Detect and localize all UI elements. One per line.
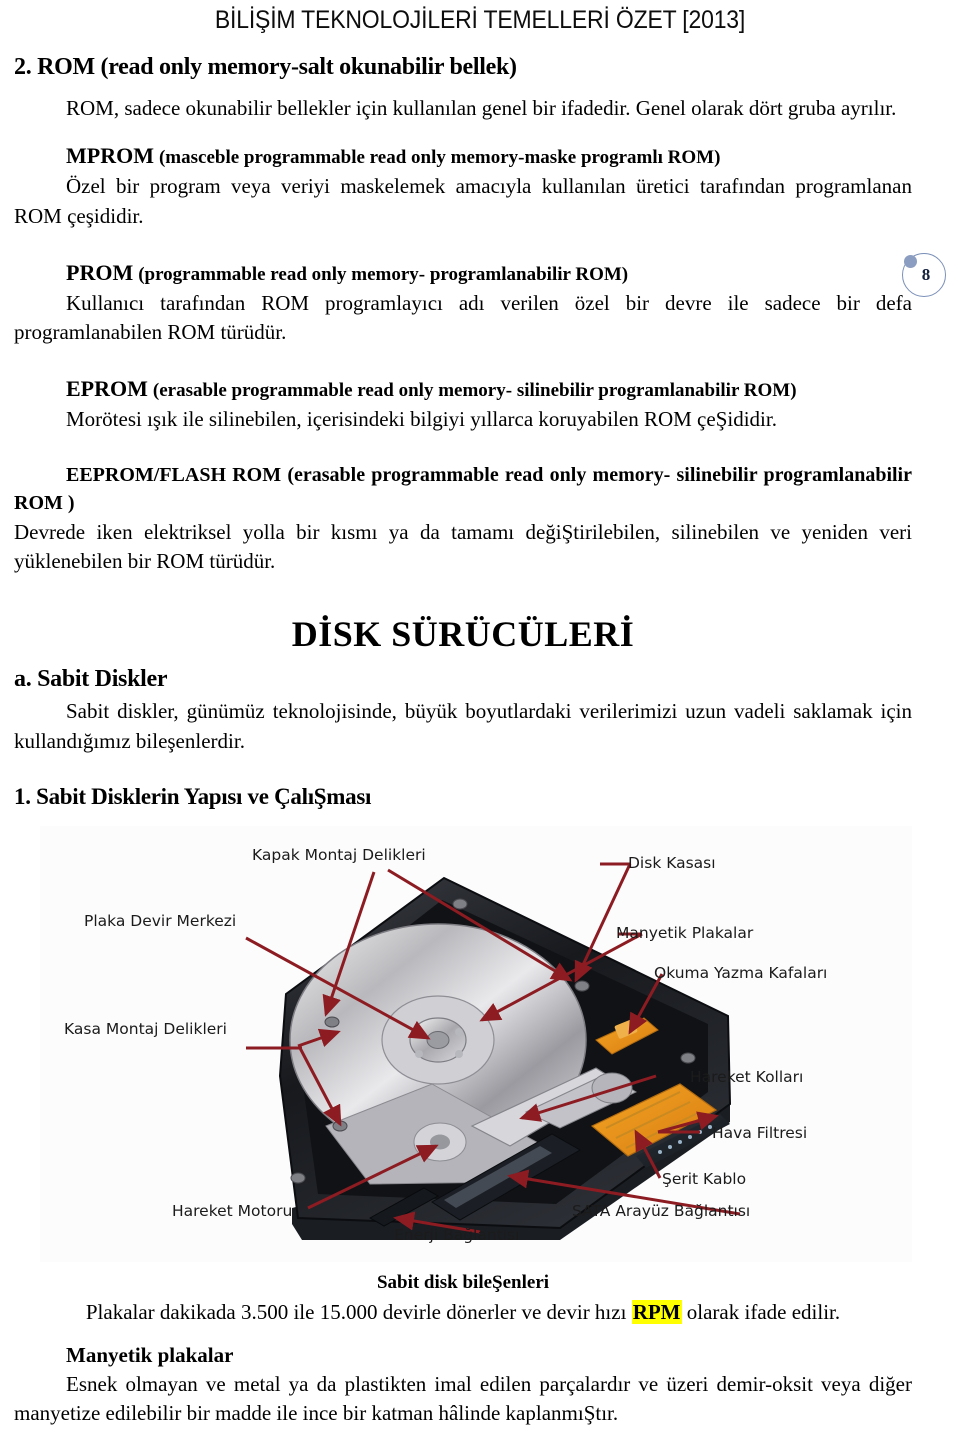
figure-label-disk-kasasi: Disk Kasası <box>628 854 716 872</box>
disk-title-row: DİSK SÜRÜCÜLERİ a. Sabit Diskler <box>14 611 912 697</box>
subheading-prom-acronym: PROM <box>66 259 134 285</box>
heading-sabit-diskler: a. Sabit Diskler <box>14 666 168 693</box>
heading-sabit-disk-yapisi: 1. Sabit Disklerin Yapısı ve ÇalıŞması <box>14 783 372 809</box>
paragraph-sabit-diskler: Sabit diskler, günümüz teknolojisinde, b… <box>14 699 912 754</box>
figure-caption: Sabit disk bileŞenleri <box>376 1272 550 1293</box>
rpm-text-after: olarak ifade edilir. <box>681 1299 841 1324</box>
subheading-eeprom-acronym: EEPROM/FLASH ROM <box>66 463 282 486</box>
document-header-title: BİLİŞİM TEKNOLOJİLERİ TEMELLERİ ÖZET [20… <box>214 6 746 34</box>
paragraph-mprom: Özel bir program veya veriyi maskelemek … <box>14 174 912 229</box>
subheading-eeprom: EEPROM/FLASH ROM (erasable programmable … <box>14 461 912 518</box>
subheading-mprom: MPROM (masceble programmable read only m… <box>14 141 912 172</box>
figure-label-kapak-montaj-delikleri: Kapak Montaj Delikleri <box>252 846 426 864</box>
heading-manyetik-plakalar: Manyetik plakalar <box>66 1343 234 1368</box>
heading-rom: 2. ROM (read only memory-salt okunabilir… <box>14 54 517 80</box>
paragraph-rom-intro: ROM, sadece okunabilir bellekler için ku… <box>66 95 897 120</box>
subheading-eprom: EPROM (erasable programmable read only m… <box>14 374 912 405</box>
subheading-prom-expansion: (programmable read only memory- programl… <box>138 263 629 285</box>
figure-label-manyetik-plakalar: Manyetik Plakalar <box>616 924 754 942</box>
subheading-eprom-acronym: EPROM <box>66 376 148 402</box>
figure-label-sata-arayuz-baglantisi: SATA Arayüz Bağlantısı <box>572 1202 750 1220</box>
figure-label-hava-filtresi: Hava Filtresi <box>712 1124 807 1142</box>
paragraph-prom: Kullanıcı tarafından ROM programlayıcı a… <box>14 290 912 345</box>
hard-disk-diagram: Kapak Montaj Delikleri Plaka Devir Merke… <box>40 826 912 1262</box>
paragraph-eprom: Morötesi ışık ile silinebilen, içerisind… <box>66 407 777 432</box>
subheading-eprom-expansion: (erasable programmable read only memory-… <box>152 380 797 402</box>
hard-disk-figure: Kapak Montaj Delikleri Plaka Devir Merke… <box>40 826 912 1262</box>
figure-label-hareket-kollari: Hareket Kolları <box>690 1068 803 1086</box>
paragraph-manyetik-plakalar: Esnek olmayan ve metal ya da plastikten … <box>14 1371 912 1426</box>
figure-label-kasa-montaj-delikleri: Kasa Montaj Delikleri <box>64 1020 227 1038</box>
subheading-mprom-acronym: MPROM <box>66 143 154 169</box>
subheading-prom: PROM (programmable read only memory- pro… <box>14 258 912 289</box>
document-page: BİLİŞİM TEKNOLOJİLERİ TEMELLERİ ÖZET [20… <box>0 0 960 1425</box>
figure-label-plaka-devir-merkezi: Plaka Devir Merkezi <box>84 912 236 930</box>
rpm-text-before: Plakalar dakikada 3.500 ile 15.000 devir… <box>85 1299 632 1324</box>
figure-caption-block: Sabit disk bileŞenleri Plakalar dakikada… <box>14 1272 912 1433</box>
heading-disk-surucu: DİSK SÜRÜCÜLERİ <box>291 614 635 655</box>
paragraph-rpm: Plakalar dakikada 3.500 ile 15.000 devir… <box>14 1298 912 1327</box>
rpm-highlight: RPM <box>631 1299 682 1324</box>
document-body: 2. ROM (read only memory-salt okunabilir… <box>14 54 912 810</box>
figure-label-okuma-yazma-kafalari: Okuma Yazma Kafaları <box>654 964 827 982</box>
figure-label-hareket-motoru: Hareket Motoru <box>172 1202 292 1220</box>
figure-label-enerji-baglantisi: Enerji Bağlantısı <box>394 1226 519 1244</box>
subheading-mprom-expansion: (masceble programmable read only memory-… <box>158 147 721 169</box>
paragraph-eeprom: Devrede iken elektriksel yolla bir kısmı… <box>14 519 912 574</box>
figure-label-serit-kablo: Şerit Kablo <box>662 1170 746 1188</box>
